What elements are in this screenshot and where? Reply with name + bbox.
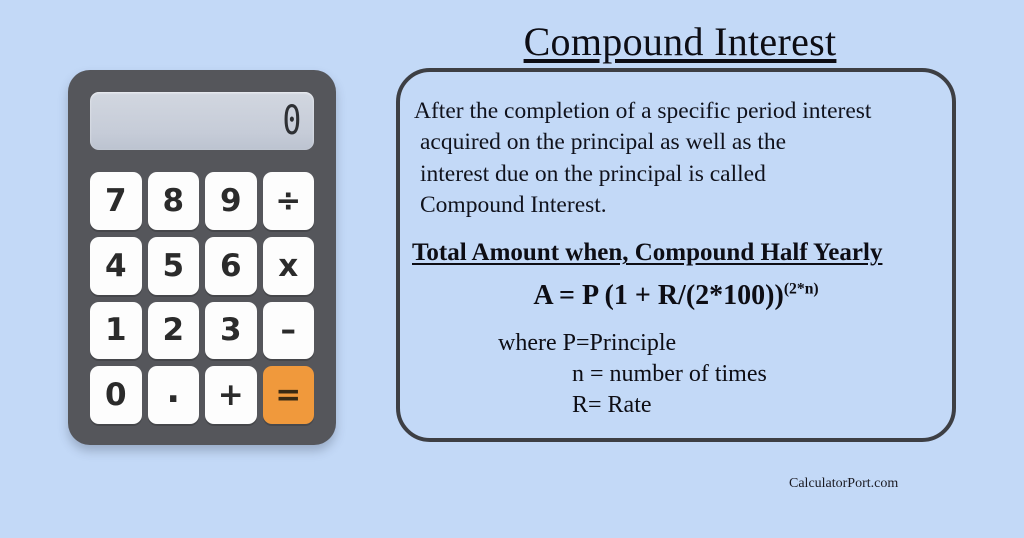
calculator-display-value: 0 — [282, 98, 302, 144]
key-multiply[interactable]: x — [262, 236, 314, 295]
calculator-keypad: 7 8 9 ÷ 4 5 6 x 1 2 3– 0. + = — [90, 172, 314, 424]
where-block: where P=Principle n = number of times R=… — [498, 328, 767, 422]
key-2[interactable]: 2 — [147, 301, 199, 360]
key-decimal[interactable]: . — [147, 366, 199, 424]
where-line-number-of-times: n = number of times — [572, 361, 767, 388]
footer-credit: CalculatorPort.com — [789, 476, 899, 491]
key-0[interactable]: 0 — [90, 366, 142, 424]
key-equals[interactable]: = — [262, 366, 314, 424]
calculator-widget: 0 7 8 9 ÷ 4 5 6 x 1 2 3– 0. + = — [68, 70, 336, 445]
key-5[interactable]: 5 — [147, 236, 199, 295]
formula-exponent: (2*n) — [783, 280, 819, 298]
key-plus[interactable]: + — [205, 366, 257, 424]
key-1[interactable]: 1 — [90, 301, 142, 360]
formula: A = P (1 + R/(2*100))(2*n) — [396, 280, 956, 312]
key-3[interactable]: 3 — [205, 301, 257, 360]
key-8[interactable]: 8 — [147, 172, 199, 230]
definition-text: After the completion of a specific perio… — [414, 96, 942, 221]
key-minus[interactable]: – — [262, 301, 314, 360]
page-title: Compound Interest — [523, 19, 837, 64]
definition-line-2: acquired on the principal as well as the — [420, 129, 787, 156]
key-6[interactable]: 6 — [205, 236, 257, 295]
key-divide[interactable]: ÷ — [262, 172, 314, 230]
where-line-rate: R= Rate — [572, 392, 652, 419]
definition-line-4: Compound Interest. — [420, 191, 607, 218]
key-4[interactable]: 4 — [90, 236, 142, 295]
key-9[interactable]: 9 — [205, 172, 257, 230]
formula-base: A = P (1 + R/(2*100)) — [533, 280, 784, 311]
subheading: Total Amount when, Compound Half Yearly — [412, 239, 883, 266]
key-7[interactable]: 7 — [90, 172, 142, 230]
calculator-display: 0 — [90, 92, 314, 150]
where-line-principle: where P=Principle — [498, 330, 677, 356]
definition-line-3: interest due on the principal is called — [420, 160, 766, 187]
definition-line-1: After the completion of a specific perio… — [414, 98, 872, 124]
